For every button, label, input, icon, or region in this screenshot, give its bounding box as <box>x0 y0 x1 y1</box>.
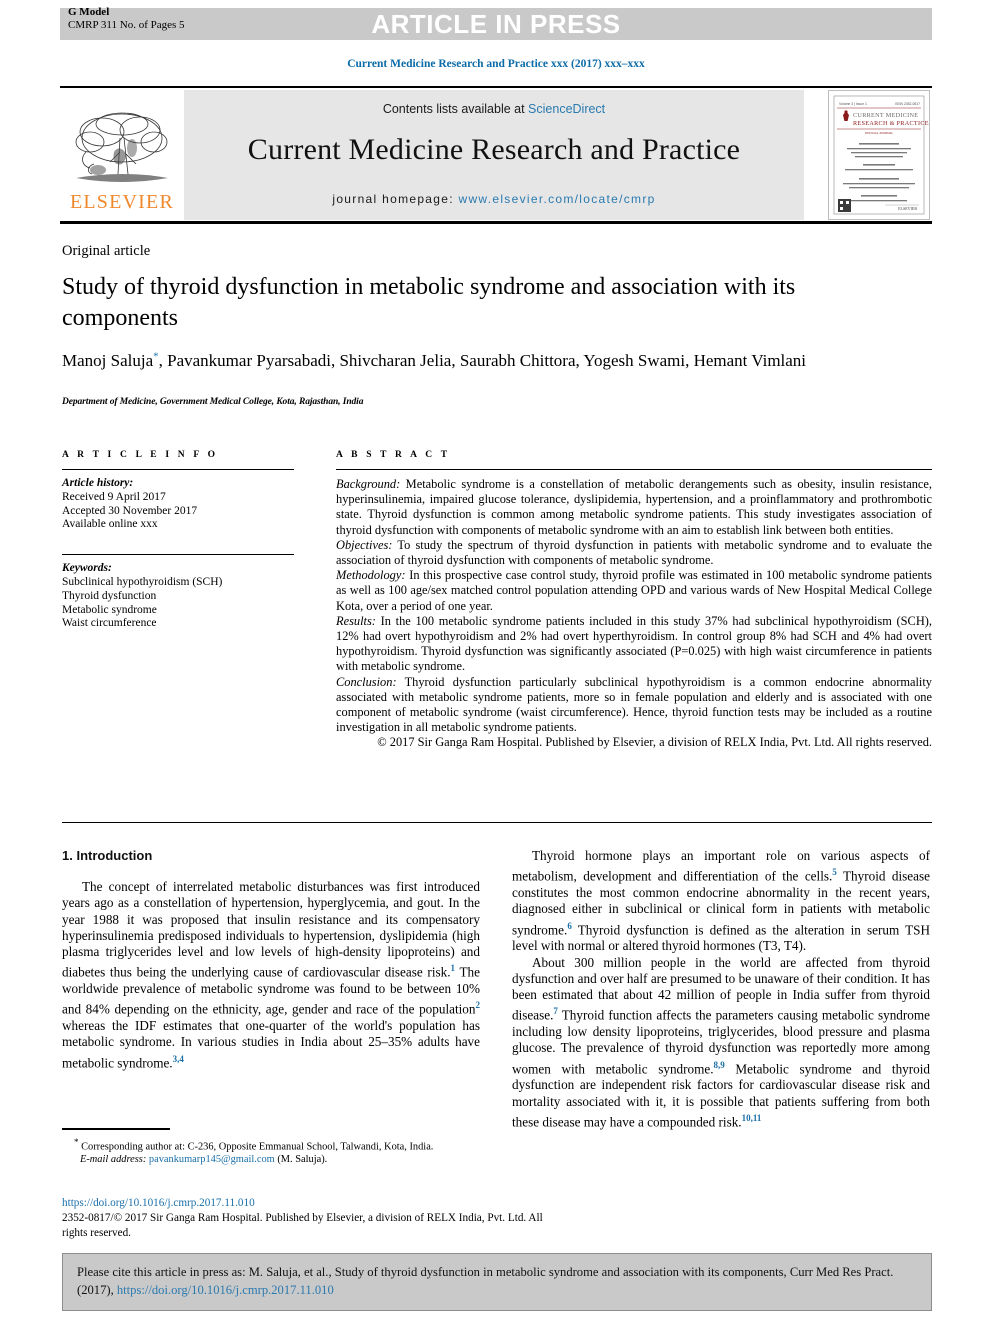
abstract-section-label: Conclusion: <box>336 674 397 689</box>
corresponding-author-text: Corresponding author at: C-236, Opposite… <box>78 1141 434 1153</box>
article-type-label: Original article <box>62 243 151 259</box>
article-info-heading: A R T I C L E I N F O <box>62 450 219 460</box>
running-head: Current Medicine Research and Practice x… <box>347 58 645 70</box>
abstract-section-label: Results: <box>336 613 376 628</box>
journal-cover-thumbnail: Volume 3 | Issue 1 ISSN 2352-0817 CURREN… <box>828 90 930 220</box>
author-affiliation: Department of Medicine, Government Medic… <box>62 397 364 407</box>
article-in-press-label: ARTICLE IN PRESS <box>371 8 621 39</box>
abstract-section: Results: In the 100 metabolic syndrome p… <box>336 614 932 675</box>
model-id-label: CMRP 311 No. of Pages 5 <box>68 19 185 31</box>
svg-text:OFFICIAL JOURNAL: OFFICIAL JOURNAL <box>865 131 894 135</box>
abstract-section-text: Metabolic syndrome is a constellation of… <box>336 477 932 537</box>
svg-text:ELSEVIER: ELSEVIER <box>898 206 917 211</box>
history-item: Received 9 April 2017 <box>62 490 166 503</box>
citation-footer-text: Please cite this article in press as: M.… <box>77 1264 917 1299</box>
keyword-item: Thyroid dysfunction <box>62 589 157 602</box>
intro-text-a: The concept of interrelated metabolic di… <box>62 879 480 980</box>
issn-copyright-line: 2352-0817/© 2017 Sir Ganga Ram Hospital.… <box>62 1212 543 1239</box>
keywords-divider <box>62 554 294 556</box>
svg-text:CURRENT MEDICINE: CURRENT MEDICINE <box>853 112 918 119</box>
abstract-section: Background: Metabolic syndrome is a cons… <box>336 477 932 538</box>
g-model-label: G Model <box>68 6 110 18</box>
keyword-item: Metabolic syndrome <box>62 603 157 616</box>
abstract-section-text: In this prospective case control study, … <box>336 568 932 613</box>
journal-homepage-line: journal homepage: www.elsevier.com/locat… <box>332 192 655 206</box>
email-label: E-mail address: <box>80 1154 147 1166</box>
abstract-section: Objectives: To study the spectrum of thy… <box>336 538 932 568</box>
article-history-label: Article history: <box>62 477 134 489</box>
abstract-heading: A B S T R A C T <box>336 450 451 460</box>
corresponding-author-note: * Corresponding author at: C-236, Opposi… <box>62 1136 482 1153</box>
intro-r1-c: Thyroid dysfunction is defined as the al… <box>512 921 930 954</box>
contents-prefix: Contents lists available at <box>382 102 529 116</box>
abstract-column: A B S T R A C T Background: Metabolic sy… <box>336 450 932 751</box>
journal-masthead: ELSEVIER Contents lists available at Sci… <box>60 86 932 224</box>
history-item: Accepted 30 November 2017 <box>62 504 198 517</box>
keywords-block: Keywords: Subclinical hypothyroidism (SC… <box>62 562 294 631</box>
g-model-block: G Model CMRP 311 No. of Pages 5 <box>68 6 185 32</box>
homepage-label: journal homepage: <box>332 192 459 206</box>
intro-paragraph-right-1: Thyroid hormone plays an important role … <box>512 848 930 955</box>
corresponding-author-marker[interactable]: * <box>153 350 159 362</box>
citation-footer-box: Please cite this article in press as: M.… <box>62 1253 932 1311</box>
masthead-top-rule <box>60 86 932 88</box>
section-heading-introduction: 1. Introduction <box>62 848 153 863</box>
sciencedirect-link[interactable]: ScienceDirect <box>528 102 605 116</box>
elsevier-logo: ELSEVIER <box>62 90 182 220</box>
svg-text:Volume 3 | Issue 1: Volume 3 | Issue 1 <box>839 102 867 106</box>
article-info-divider <box>62 469 294 470</box>
email-note: E-mail address: pavankumarp145@gmail.com… <box>62 1153 482 1166</box>
elsevier-wordmark: ELSEVIER <box>69 191 175 213</box>
citation-ref[interactable]: 10,11 <box>742 1113 762 1123</box>
abstract-section-text: In the 100 metabolic syndrome patients i… <box>336 613 932 674</box>
author-list: Manoj Saluja*, Pavankumar Pyarsabadi, Sh… <box>62 344 862 373</box>
abstract-section-label: Background: <box>336 477 401 491</box>
body-column-left: 1. Introduction The concept of interrela… <box>62 848 480 1071</box>
citation-ref[interactable]: 8,9 <box>714 1060 725 1070</box>
homepage-url[interactable]: www.elsevier.com/locate/cmrp <box>459 192 656 206</box>
footnotes-block: * Corresponding author at: C-236, Opposi… <box>62 1136 482 1166</box>
keyword-item: Waist circumference <box>62 617 157 630</box>
masthead-center: Contents lists available at ScienceDirec… <box>184 90 804 220</box>
svg-text:ISSN 2352-0817: ISSN 2352-0817 <box>895 102 920 106</box>
elsevier-tree-icon <box>70 108 174 190</box>
history-item: Available online xxx <box>62 518 158 531</box>
page-title: Study of thyroid dysfunction in metaboli… <box>62 274 796 331</box>
svg-text:RESEARCH & PRACTICE: RESEARCH & PRACTICE <box>853 120 929 127</box>
abstract-section-text: Thyroid dysfunction particularly subclin… <box>336 674 932 735</box>
citation-ref[interactable]: 3,4 <box>173 1054 184 1064</box>
intro-text-c: whereas the IDF estimates that one-quart… <box>62 1018 480 1071</box>
doi-block: https://doi.org/10.1016/j.cmrp.2017.11.0… <box>62 1196 562 1241</box>
journal-title: Current Medicine Research and Practice <box>247 133 741 166</box>
keywords-label: Keywords: <box>62 562 112 575</box>
abstract-section: Conclusion: Thyroid dysfunction particul… <box>336 675 932 736</box>
citation-doi-link[interactable]: https://doi.org/10.1016/j.cmrp.2017.11.0… <box>117 1283 334 1297</box>
abstract-body: Background: Metabolic syndrome is a cons… <box>336 477 932 751</box>
contents-list-line: Contents lists available at ScienceDirec… <box>383 102 605 116</box>
abstract-copyright: © 2017 Sir Ganga Ram Hospital. Published… <box>377 735 932 750</box>
author-names: Manoj Saluja*, Pavankumar Pyarsabadi, Sh… <box>62 350 807 370</box>
article-in-press-banner: ARTICLE IN PRESS <box>60 8 932 40</box>
article-info-column: A R T I C L E I N F O Article history: R… <box>62 450 294 631</box>
body-column-right: Thyroid hormone plays an important role … <box>512 848 930 1131</box>
doi-link[interactable]: https://doi.org/10.1016/j.cmrp.2017.11.0… <box>62 1196 562 1211</box>
intro-paragraph-left: The concept of interrelated metabolic di… <box>62 879 480 1071</box>
abstract-section-label: Objectives: <box>336 537 393 552</box>
abstract-section-label: Methodology: <box>336 568 406 583</box>
masthead-bottom-rule <box>60 221 932 224</box>
abstract-divider <box>336 469 932 470</box>
abstract-section: Methodology: In this prospective case co… <box>336 568 932 614</box>
footnote-rule <box>62 1128 170 1130</box>
email-link[interactable]: pavankumarp145@gmail.com <box>149 1154 275 1165</box>
intro-paragraph-right-2: About 300 million people in the world ar… <box>512 955 930 1131</box>
article-history-block: Article history: Received 9 April 2017 A… <box>62 477 294 532</box>
keyword-item: Subclinical hypothyroidism (SCH) <box>62 575 223 588</box>
abstract-section-text: To study the spectrum of thyroid dysfunc… <box>336 537 932 568</box>
abstract-bottom-rule <box>62 822 932 823</box>
citation-ref[interactable]: 2 <box>476 1000 481 1010</box>
email-suffix: (M. Saluja). <box>274 1154 328 1166</box>
